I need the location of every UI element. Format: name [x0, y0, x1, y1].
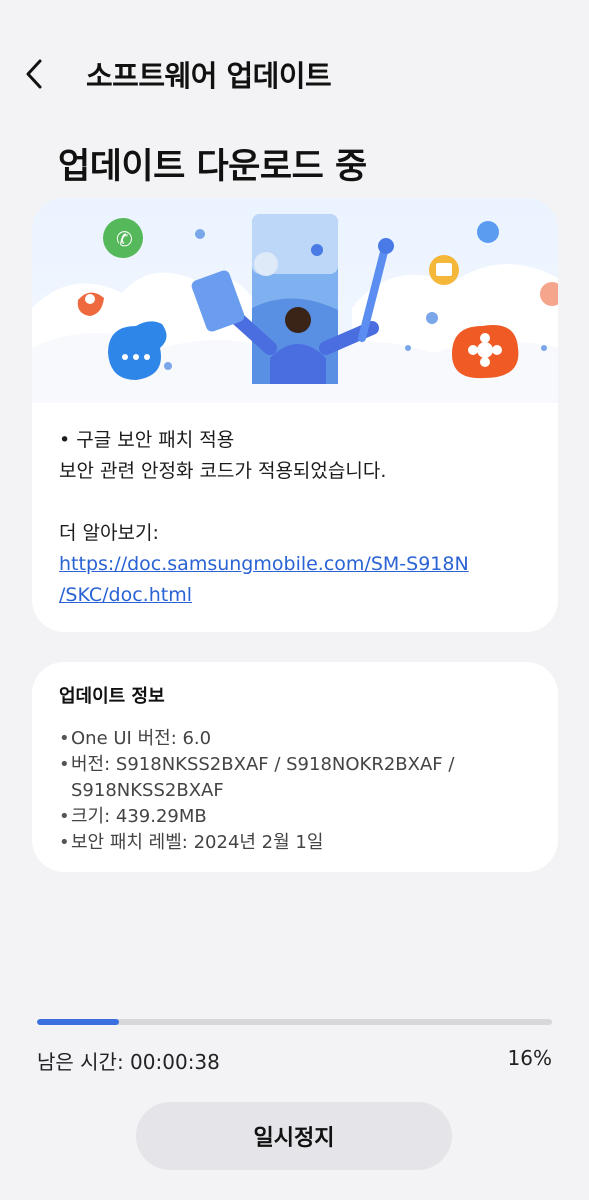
note-bullet: • 구글 보안 패치 적용: [59, 429, 235, 451]
info-one-ui-version: One UI 버전: 6.0: [59, 726, 530, 752]
note-description: 보안 관련 안정화 코드가 적용되었습니다.: [59, 460, 387, 482]
link-line-1: https://doc.samsungmobile.com/SM-S918N: [59, 553, 469, 575]
svg-text:✆: ✆: [116, 227, 133, 251]
time-remaining: 남은 시간: 00:00:38: [37, 1050, 220, 1074]
software-update-screen: 소프트웨어 업데이트 업데이트 다운로드 중 ✆ • 구글 보안 패치 적용 보…: [0, 0, 589, 1200]
update-info-list: One UI 버전: 6.0 버전: S918NKSS2BXAF / S918N…: [59, 726, 530, 856]
update-illustration: ✆: [32, 198, 558, 403]
info-build-version: 버전: S918NKSS2BXAF / S918NOKR2BXAF / S918…: [59, 752, 530, 804]
download-progress-fill: [37, 1019, 120, 1025]
page-title: 업데이트 다운로드 중: [58, 147, 367, 187]
header-title: 소프트웨어 업데이트: [86, 59, 332, 93]
link-line-2: /SKC/doc.html: [59, 584, 192, 606]
info-size: 크기: 439.29MB: [59, 804, 530, 830]
update-info-card: 업데이트 정보 One UI 버전: 6.0 버전: S918NKSS2BXAF…: [32, 662, 558, 872]
pause-button[interactable]: 일시정지: [136, 1102, 452, 1170]
learn-more-label: 더 알아보기:: [59, 522, 159, 544]
release-notes: • 구글 보안 패치 적용 보안 관련 안정화 코드가 적용되었습니다. 더 알…: [32, 403, 558, 611]
top-app-bar: 소프트웨어 업데이트: [0, 48, 589, 100]
progress-percent: 16%: [507, 1046, 552, 1070]
info-security-patch-level: 보안 패치 레벨: 2024년 2월 1일: [59, 830, 530, 856]
release-notes-link[interactable]: https://doc.samsungmobile.com/SM-S918N /…: [59, 549, 530, 611]
release-notes-card: ✆ • 구글 보안 패치 적용 보안 관련 안정화 코드가 적용되었습니다. 더…: [32, 198, 558, 632]
chevron-left-icon: [26, 59, 42, 89]
back-button[interactable]: [24, 48, 84, 100]
download-progress-bar: [37, 1019, 552, 1025]
update-info-title: 업데이트 정보: [59, 686, 165, 707]
